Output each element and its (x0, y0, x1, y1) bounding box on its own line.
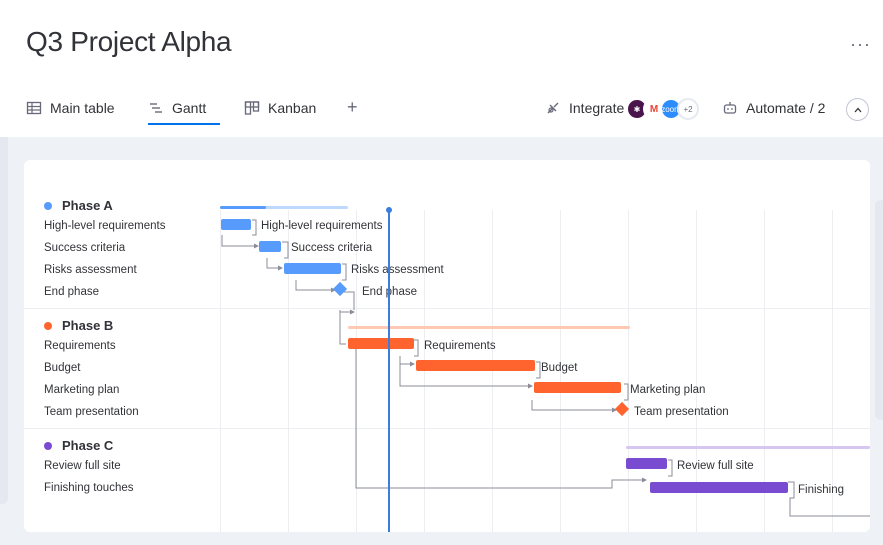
gantt-bar[interactable] (348, 338, 414, 349)
automate-button[interactable]: Automate / 2 (722, 100, 825, 116)
chevron-up-icon (854, 107, 861, 112)
gantt-icon (150, 103, 162, 113)
integration-apps[interactable]: ✱ M zoom +2 (626, 98, 699, 120)
active-tab-indicator (148, 123, 220, 125)
tab-kanban[interactable]: Kanban (244, 100, 316, 116)
collapse-header-button[interactable] (846, 98, 869, 121)
gantt-bar-label: Requirements (424, 340, 496, 352)
board-header: Q3 Project Alpha ··· Main table Gantt Ka… (0, 0, 883, 137)
gantt-bar[interactable] (626, 458, 667, 469)
tab-gantt[interactable]: Gantt (148, 100, 206, 116)
tab-main-table[interactable]: Main table (26, 100, 115, 116)
automate-label: Automate / 2 (746, 100, 826, 116)
gantt-bar[interactable] (284, 263, 341, 274)
gantt-bar[interactable] (650, 482, 788, 493)
group-summary-bar (626, 446, 870, 449)
gantt-bar[interactable] (416, 360, 535, 371)
gantt-bar-label: High-level requirements (261, 220, 383, 232)
gantt-bar[interactable] (259, 241, 281, 252)
right-panel-edge (875, 200, 883, 420)
page-title: Q3 Project Alpha (26, 26, 232, 57)
integrate-label: Integrate (569, 100, 625, 116)
gantt-bar-label: Finishing (798, 484, 845, 496)
tab-main-table-label: Main table (50, 100, 115, 116)
kanban-icon (244, 101, 260, 115)
integrate-icon (547, 102, 559, 114)
gantt-bar-label: Marketing plan (630, 384, 706, 396)
more-options-button[interactable]: ··· (850, 34, 871, 55)
gantt-bar-label: Team presentation (634, 406, 729, 418)
add-view-button[interactable]: + (347, 97, 358, 118)
today-marker-line (388, 210, 390, 532)
gantt-bar-label: Risks assessment (351, 264, 444, 276)
tab-gantt-label: Gantt (172, 100, 207, 116)
robot-icon (723, 102, 737, 114)
group-progress-bar (220, 206, 266, 209)
group-summary-bar (348, 326, 630, 329)
today-marker-dot (385, 207, 392, 213)
gantt-bar-label: Review full site (677, 460, 754, 472)
gantt-bar-label: Budget (541, 362, 578, 374)
more-integrations-count: +2 (677, 98, 699, 120)
tab-kanban-label: Kanban (268, 100, 317, 116)
gantt-bar-label: End phase (362, 286, 417, 298)
table-icon (26, 101, 42, 115)
gantt-board: Phase A High-level requirements Success … (24, 160, 870, 532)
gantt-bar[interactable] (221, 219, 251, 230)
integrate-button[interactable]: Integrate (545, 100, 624, 116)
gantt-bar-label: Success criteria (291, 242, 373, 254)
gantt-bar[interactable] (534, 382, 621, 393)
